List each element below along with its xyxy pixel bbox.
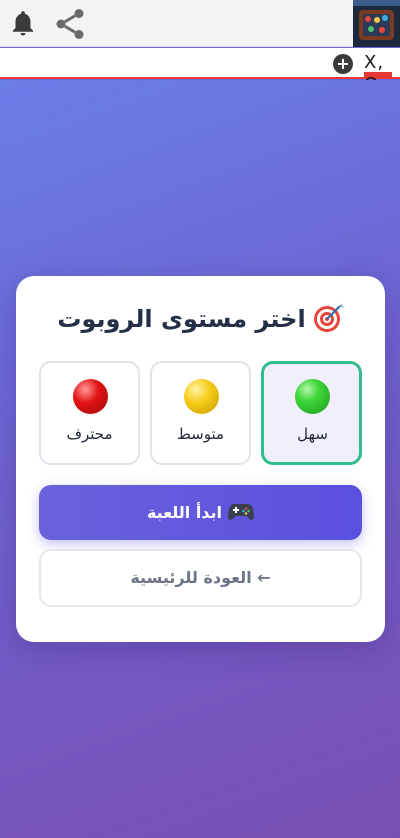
share-icon[interactable] [52, 6, 88, 42]
back-home-button[interactable]: ← العودة للرئيسية [39, 549, 362, 607]
tab-bar: + X, O [0, 48, 400, 95]
active-tab-indicator [364, 72, 392, 77]
robot-level-dialog: اختر مستوى الروبوت سهل متوسط محترف ابدأ … [16, 276, 385, 642]
back-home-label: ← العودة للرئيسية [130, 568, 271, 587]
red-ball-icon [73, 379, 108, 414]
level-label-medium: متوسط [176, 425, 225, 443]
plus-circle-icon[interactable]: + [333, 54, 353, 74]
top-app-bar [0, 0, 400, 47]
level-label-easy: سهل [297, 425, 328, 443]
dialog-title-text: اختر مستوى الروبوت [57, 305, 306, 333]
target-icon [313, 303, 344, 332]
yellow-ball-icon [184, 379, 219, 414]
green-ball-icon [295, 379, 330, 414]
level-option-easy[interactable]: سهل [261, 361, 362, 465]
bell-icon[interactable] [8, 8, 38, 38]
level-option-pro[interactable]: محترف [39, 361, 140, 465]
dialog-title: اختر مستوى الروبوت [16, 302, 385, 335]
start-game-button[interactable]: ابدأ اللعبة [39, 485, 362, 540]
start-game-label: ابدأ اللعبة [146, 503, 223, 522]
level-label-pro: محترف [66, 425, 113, 443]
game-thumbnail[interactable] [353, 0, 400, 47]
level-option-medium[interactable]: متوسط [150, 361, 251, 465]
level-options: سهل متوسط محترف [39, 361, 362, 465]
gamepad-icon [228, 504, 255, 520]
